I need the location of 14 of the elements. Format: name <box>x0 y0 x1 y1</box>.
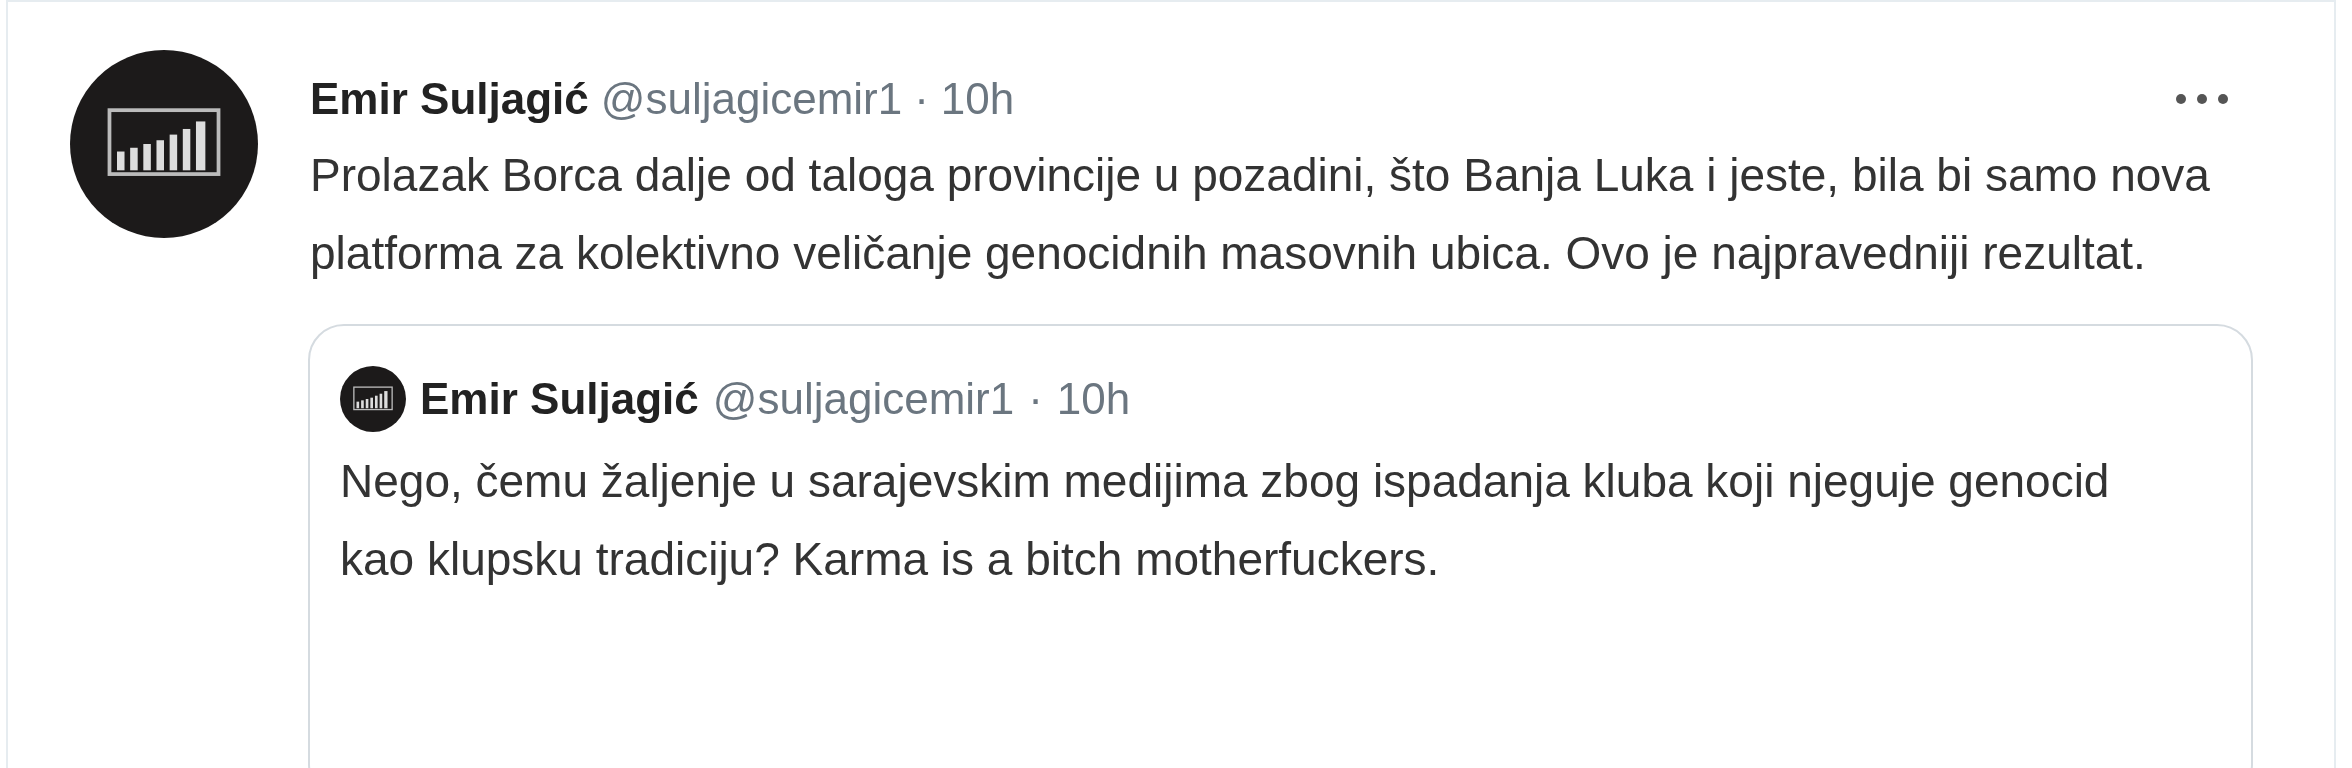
tweet-time[interactable]: 10h <box>940 66 1015 132</box>
author-name[interactable]: Emir Suljagić <box>310 66 589 132</box>
avatar-icon[interactable] <box>340 366 406 432</box>
author-name[interactable]: Emir Suljagić <box>420 366 699 432</box>
quoted-tweet-card[interactable]: Emir Suljagić @suljagicemir1 · 10h Nego, čemu žaljenje u sarajevskim medijima zbog ispadanja kluba koji njeguje genocid kao klupsku tradiciju? Karma is a bitch motherfuckers. <box>308 324 2253 768</box>
author-handle[interactable]: @suljagicemir1 <box>600 66 903 132</box>
more-icon[interactable] <box>2174 92 2230 106</box>
quoted-tweet-text: Nego, čemu žaljenje u sarajevskim medijima zbog ispadanja kluba koji njeguje genocid kao klupsku tradiciju? Karma is a bitch motherfuckers. <box>340 454 2111 587</box>
tweet-text: Prolazak Borca dalje od taloga provincije u pozadini, što Banja Luka i jeste, bila bi samo nova platforma za kolektivno veličanje genocidnih masovnih ubica. Ovo je najpravedniji rezultat. <box>310 148 2211 281</box>
tweet-time[interactable]: 10h <box>1056 366 1131 432</box>
avatar-icon[interactable] <box>70 50 258 238</box>
separator: · <box>1028 373 1043 425</box>
separator: · <box>914 73 929 125</box>
author-handle[interactable]: @suljagicemir1 <box>712 366 1015 432</box>
